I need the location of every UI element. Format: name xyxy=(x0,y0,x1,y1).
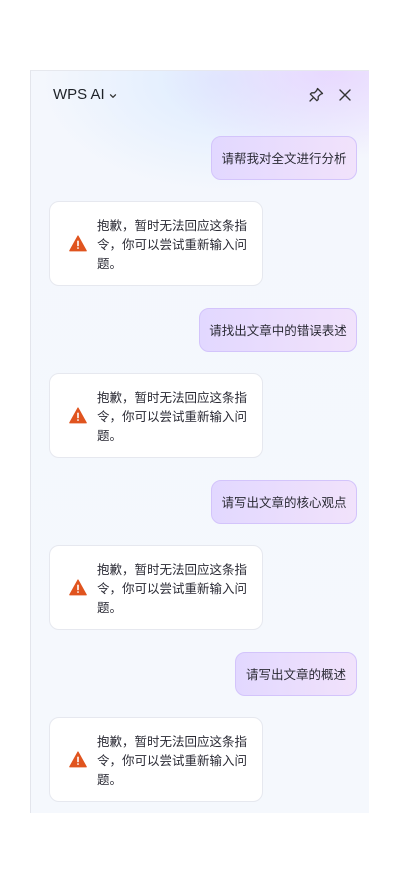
user-message-text: 请帮我对全文进行分析 xyxy=(221,151,347,166)
warning-icon xyxy=(69,407,87,424)
user-message-text: 请写出文章的核心观点 xyxy=(221,495,347,510)
assistant-message: 抱歉，暂时无法回应这条指令，你可以尝试重新输入问题。 xyxy=(49,373,263,458)
assistant-message-text: 抱歉，暂时无法回应这条指令，你可以尝试重新输入问题。 xyxy=(97,390,248,443)
user-message-text: 请找出文章中的错误表述 xyxy=(209,323,347,338)
warning-icon xyxy=(69,751,87,768)
warning-icon xyxy=(69,235,87,252)
wps-ai-panel: WPS AI 请帮我对全文进行分析 抱歉，暂时无法回应这条指令，你可以尝试重新输… xyxy=(30,70,369,813)
user-message: 请找出文章中的错误表述 xyxy=(199,308,357,352)
assistant-message-text: 抱歉，暂时无法回应这条指令，你可以尝试重新输入问题。 xyxy=(97,734,248,787)
assistant-message: 抱歉，暂时无法回应这条指令，你可以尝试重新输入问题。 xyxy=(49,717,263,802)
user-message-text: 请写出文章的概述 xyxy=(245,667,346,682)
close-icon[interactable] xyxy=(336,86,354,104)
user-message: 请写出文章的概述 xyxy=(235,652,357,696)
panel-title[interactable]: WPS AI xyxy=(53,86,105,103)
warning-icon xyxy=(69,579,87,596)
panel-header: WPS AI xyxy=(31,71,369,121)
assistant-message-text: 抱歉，暂时无法回应这条指令，你可以尝试重新输入问题。 xyxy=(97,562,248,615)
chevron-down-icon[interactable] xyxy=(108,91,118,101)
user-message: 请写出文章的核心观点 xyxy=(211,480,357,524)
assistant-message-text: 抱歉，暂时无法回应这条指令，你可以尝试重新输入问题。 xyxy=(97,218,248,271)
pin-icon[interactable] xyxy=(307,86,325,104)
user-message: 请帮我对全文进行分析 xyxy=(211,136,357,180)
assistant-message: 抱歉，暂时无法回应这条指令，你可以尝试重新输入问题。 xyxy=(49,201,263,286)
assistant-message: 抱歉，暂时无法回应这条指令，你可以尝试重新输入问题。 xyxy=(49,545,263,630)
